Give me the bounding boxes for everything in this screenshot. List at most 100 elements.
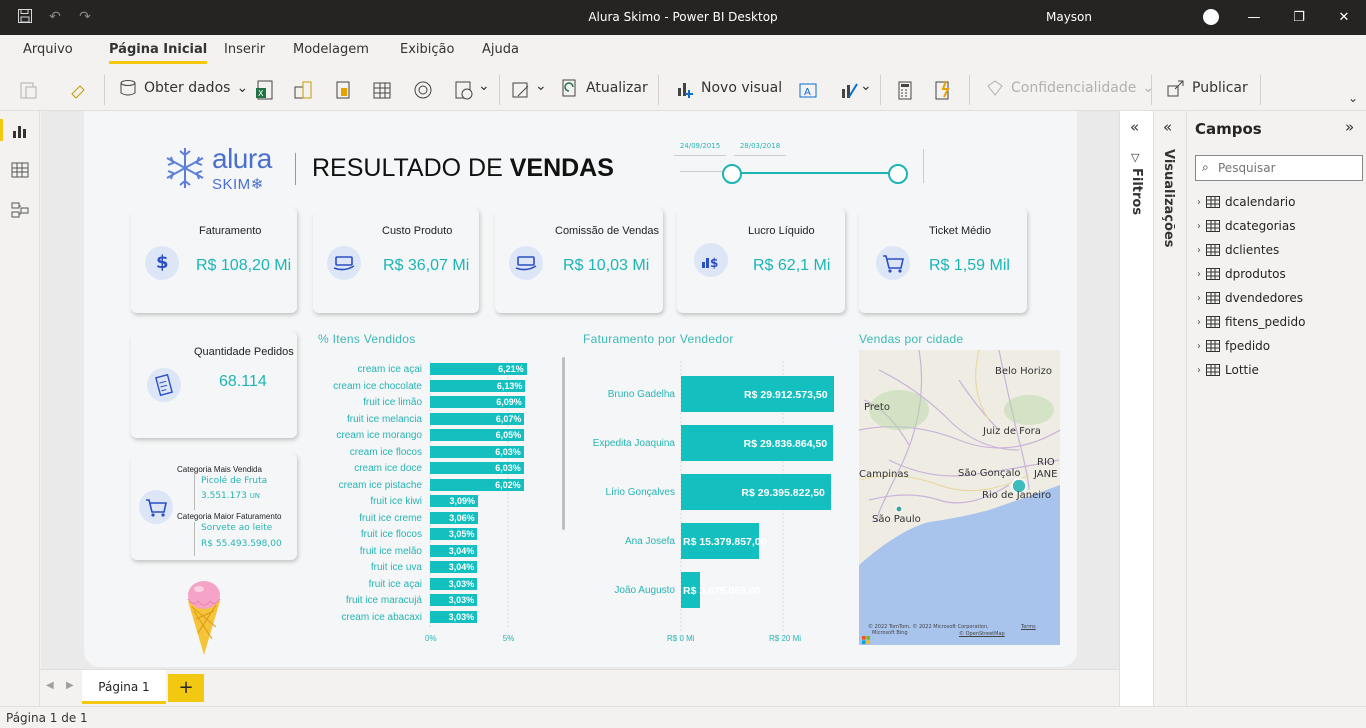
money-hand-icon — [509, 246, 543, 280]
field-table-dcalendario[interactable]: › dcalendario — [1197, 195, 1295, 209]
visualizations-label[interactable]: Visualizações — [1161, 149, 1176, 248]
pedidos-value: 68.114 — [219, 373, 267, 390]
map-visual[interactable]: Belo Horizo Preto Juiz de Fora RIO JANE … — [859, 350, 1060, 645]
field-table-dclientes[interactable]: › dclientes — [1197, 243, 1279, 257]
fields-search-box[interactable]: ⌕ — [1195, 155, 1363, 181]
field-table-dvendedores[interactable]: › dvendedores — [1197, 291, 1303, 305]
data-label: R$ 29.836.864,50 — [743, 438, 828, 450]
map-place-jane: JANE — [1034, 469, 1058, 480]
menu-inserir[interactable]: Inserir — [224, 42, 265, 57]
obter-dados-label: Obter dados — [144, 80, 231, 96]
kpi-card-faturamento[interactable]: Faturamento $ R$ 108,20 Mi — [131, 208, 297, 313]
add-page-button[interactable]: + — [168, 674, 204, 702]
prev-page-icon[interactable]: ◀ — [46, 680, 54, 691]
kpi-card-comissao[interactable]: Comissão de Vendas R$ 10,03 Mi — [495, 208, 663, 313]
next-page-icon[interactable]: ▶ — [66, 680, 74, 691]
field-table-fpedido[interactable]: › fpedido — [1197, 339, 1270, 353]
map-osm-link[interactable]: © OpenStreetMap — [959, 631, 1005, 637]
vendedor-chart[interactable]: Bruno Gadelha R$ 29.912.573,50 Expedita Jo… — [584, 361, 854, 646]
field-table-label: fitens_pedido — [1225, 315, 1306, 329]
sensitivity-icon — [987, 80, 1003, 96]
kpi-label: Custo Produto — [382, 225, 453, 237]
collapse-ribbon-icon[interactable]: ⌄ — [1348, 91, 1358, 105]
minimize-icon[interactable]: — — [1244, 8, 1264, 28]
table-icon — [1206, 316, 1220, 328]
category-label: cream ice abacaxi — [341, 611, 422, 623]
format-painter-icon[interactable] — [68, 79, 90, 101]
menu-exibicao[interactable]: Exibição — [400, 42, 454, 57]
slicer-start-date[interactable]: 24/09/2015 — [674, 142, 726, 156]
menu-modelagem[interactable]: Modelagem — [293, 42, 369, 57]
calculator-icon[interactable] — [894, 79, 916, 101]
data-view-icon[interactable] — [10, 160, 30, 180]
kpi-card-lucro-liquido[interactable]: Lucro Líquido $ R$ 62,1 Mi — [677, 208, 845, 313]
account-avatar-icon[interactable] — [1201, 8, 1221, 28]
collapse-filters-icon[interactable]: « — [1130, 118, 1139, 136]
category-label: fruit ice açai — [368, 578, 422, 590]
quick-measure-icon[interactable] — [932, 79, 954, 101]
kpi-card-custo-produto[interactable]: Custo Produto R$ 36,07 Mi — [313, 208, 479, 313]
field-table-lottie[interactable]: › Lottie — [1197, 363, 1259, 377]
left-nav — [0, 111, 40, 706]
kpi-card-ticket-medio[interactable]: Ticket Médio R$ 1,59 Mil — [859, 208, 1027, 313]
kpi-value: R$ 36,07 Mi — [383, 257, 470, 274]
categoria-card[interactable]: Categoria Mais Vendida Picolé de Fruta 3… — [131, 453, 297, 560]
expand-visualizations-icon[interactable]: « — [1163, 118, 1172, 136]
paste-icon[interactable] — [18, 79, 40, 101]
itens-scrollbar[interactable] — [562, 357, 565, 530]
slicer-handle-end[interactable] — [888, 164, 908, 184]
field-table-label: dvendedores — [1225, 291, 1303, 305]
fields-title: Campos — [1195, 120, 1262, 138]
fields-search-input[interactable] — [1218, 159, 1356, 177]
confidencialidade-button[interactable]: Confidencialidade ⌄ — [985, 78, 1154, 98]
map-title: Vendas por cidade — [859, 332, 964, 346]
slicer-handle-start[interactable] — [722, 164, 742, 184]
dataflow-icon[interactable] — [332, 79, 354, 101]
map-terms-link[interactable]: Terms — [1021, 624, 1036, 630]
category-label: fruit ice limão — [363, 397, 422, 408]
title-bold: VENDAS — [509, 154, 614, 182]
dataset-icon[interactable] — [292, 79, 314, 101]
novo-visual-button[interactable]: Novo visual — [675, 78, 782, 98]
publicar-button[interactable]: Publicar — [1166, 78, 1248, 98]
excel-icon[interactable]: X — [254, 79, 276, 101]
category-label: fruit ice uva — [370, 562, 422, 573]
ice-cream-icon — [187, 581, 221, 655]
kpi-label: Lucro Líquido — [748, 225, 815, 237]
category-label: cream ice morango — [336, 430, 422, 441]
recent-sources-icon[interactable] — [412, 79, 434, 101]
publicar-label: Publicar — [1192, 80, 1248, 96]
collapse-fields-icon[interactable]: » — [1345, 118, 1354, 136]
transform-data-icon[interactable] — [453, 79, 475, 101]
itens-vendidos-chart[interactable]: cream ice açai 6,21% cream ice chocolate 6,… — [323, 361, 568, 643]
category-label: cream ice flocos — [349, 446, 422, 458]
more-visuals-icon[interactable] — [839, 79, 861, 101]
field-table-dprodutos[interactable]: › dprodutos — [1197, 267, 1286, 281]
text-box-icon[interactable]: A — [797, 79, 819, 101]
user-name[interactable]: Mayson — [1046, 10, 1092, 24]
tab-pagina-1[interactable]: Página 1 — [82, 670, 166, 704]
close-icon[interactable]: ✕ — [1334, 8, 1354, 28]
obter-dados-button[interactable]: Obter dados ⌄ — [118, 78, 248, 98]
map-place-campinas: Campinas — [859, 469, 909, 480]
field-table-dcategorias[interactable]: › dcategorias — [1197, 219, 1296, 233]
kpi-card-pedidos[interactable]: Quantidade Pedidos 68.114 — [131, 331, 297, 438]
restore-icon[interactable]: ❐ — [1289, 8, 1309, 28]
data-label: 3,04% — [448, 562, 475, 572]
title-regular: RESULTADO DE — [312, 154, 510, 182]
filters-label[interactable]: Filtros — [1129, 168, 1144, 215]
menu-pagina-inicial[interactable]: Página Inicial — [109, 42, 208, 64]
cart-icon — [876, 246, 910, 280]
menu-arquivo[interactable]: Arquivo — [23, 42, 73, 57]
table-enter-icon[interactable] — [371, 79, 393, 101]
slicer-end-date[interactable]: 28/03/2018 — [734, 142, 786, 156]
atualizar-button[interactable]: Atualizar — [560, 78, 648, 98]
field-table-fitens-pedido[interactable]: › fitens_pedido — [1197, 315, 1305, 329]
data-label: R$ 29.395.822,50 — [741, 487, 825, 499]
model-view-icon[interactable] — [10, 200, 30, 220]
edit-queries-icon[interactable] — [510, 79, 532, 101]
report-view-icon[interactable] — [10, 121, 30, 141]
data-label: 3,05% — [448, 529, 475, 539]
menu-ajuda[interactable]: Ajuda — [482, 42, 519, 57]
map-place-sao-paulo: São Paulo — [872, 514, 921, 525]
